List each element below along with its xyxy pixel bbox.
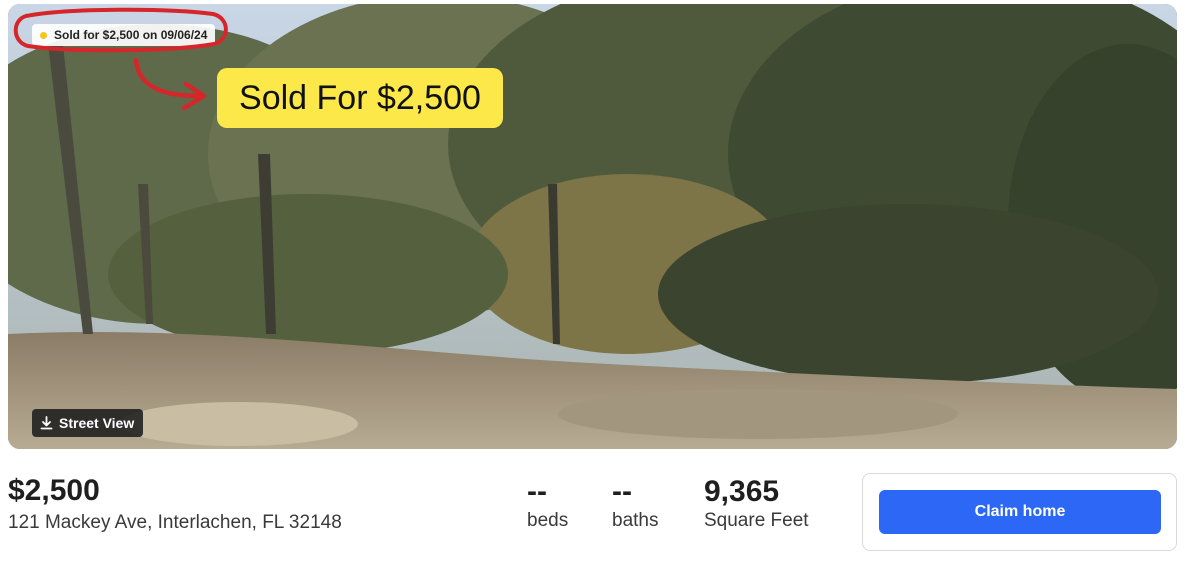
square-feet-stat: 9,365 Square Feet — [704, 474, 809, 532]
beds-stat: -- beds — [527, 474, 568, 532]
baths-stat: -- baths — [612, 474, 658, 532]
listing-price: $2,500 — [8, 474, 100, 507]
woodland-photo — [8, 4, 1177, 449]
download-icon — [40, 416, 53, 430]
property-photo[interactable]: Sold for $2,500 on 09/06/24 Street View — [8, 4, 1177, 449]
square-feet-value: 9,365 — [704, 475, 780, 508]
status-dot-icon — [40, 31, 47, 39]
beds-label: beds — [527, 510, 569, 531]
sold-price-callout: Sold For $2,500 — [217, 68, 503, 128]
claim-home-button[interactable]: Claim home — [879, 490, 1161, 534]
baths-value: -- — [612, 475, 632, 508]
sold-status-badge: Sold for $2,500 on 09/06/24 — [32, 24, 216, 46]
square-feet-label: Square Feet — [704, 510, 809, 531]
listing-address: 121 Mackey Ave, Interlachen, FL 32148 — [8, 512, 342, 533]
beds-value: -- — [527, 475, 547, 508]
baths-label: baths — [612, 510, 659, 531]
street-view-label: Street View — [59, 415, 135, 431]
street-view-button[interactable]: Street View — [32, 409, 144, 437]
claim-home-card: Claim home — [862, 473, 1177, 551]
sold-status-text: Sold for $2,500 on 09/06/24 — [54, 28, 208, 42]
